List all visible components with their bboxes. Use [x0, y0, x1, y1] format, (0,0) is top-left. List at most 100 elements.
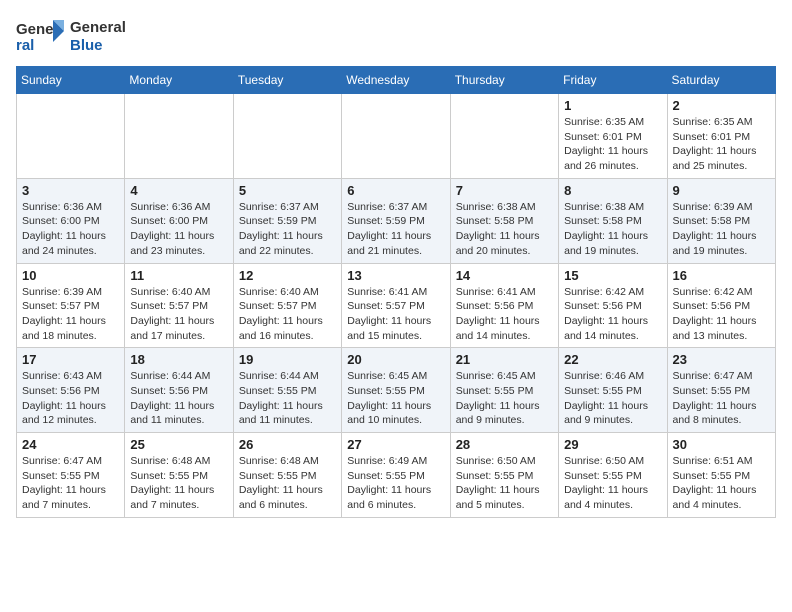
day-number: 8: [564, 183, 661, 198]
day-number: 23: [673, 352, 770, 367]
weekday-header-cell: Friday: [559, 67, 667, 94]
calendar-cell: 10 Sunrise: 6:39 AM Sunset: 5:57 PM Dayli…: [17, 263, 125, 348]
calendar-cell: 24 Sunrise: 6:47 AM Sunset: 5:55 PM Dayli…: [17, 433, 125, 518]
day-number: 27: [347, 437, 444, 452]
day-info: Sunrise: 6:45 AM Sunset: 5:55 PM Dayligh…: [347, 369, 444, 428]
day-info: Sunrise: 6:51 AM Sunset: 5:55 PM Dayligh…: [673, 454, 770, 513]
day-info: Sunrise: 6:50 AM Sunset: 5:55 PM Dayligh…: [456, 454, 553, 513]
day-info: Sunrise: 6:48 AM Sunset: 5:55 PM Dayligh…: [239, 454, 336, 513]
day-info: Sunrise: 6:50 AM Sunset: 5:55 PM Dayligh…: [564, 454, 661, 513]
day-info: Sunrise: 6:41 AM Sunset: 5:57 PM Dayligh…: [347, 285, 444, 344]
logo-general-text: Gene: [70, 19, 108, 36]
weekday-header-cell: Tuesday: [233, 67, 341, 94]
calendar-table: SundayMondayTuesdayWednesdayThursdayFrid…: [16, 66, 776, 518]
day-info: Sunrise: 6:35 AM Sunset: 6:01 PM Dayligh…: [673, 115, 770, 174]
calendar-cell: 11Sunrise: 6:40 AM Sunset: 5:57 PM Dayli…: [125, 263, 233, 348]
day-info: Sunrise: 6:44 AM Sunset: 5:56 PM Dayligh…: [130, 369, 227, 428]
calendar-cell: 9Sunrise: 6:39 AM Sunset: 5:58 PM Daylig…: [667, 178, 775, 263]
day-number: 24: [22, 437, 119, 452]
day-info: Sunrise: 6:37 AM Sunset: 5:59 PM Dayligh…: [347, 200, 444, 259]
day-number: 13: [347, 268, 444, 283]
calendar-cell: 4 Sunrise: 6:36 AM Sunset: 6:00 PM Daylig…: [125, 178, 233, 263]
day-number: 15: [564, 268, 661, 283]
calendar-cell: [125, 94, 233, 179]
logo-blue-text: Blue: [70, 37, 126, 54]
calendar-cell: 26Sunrise: 6:48 AM Sunset: 5:55 PM Dayli…: [233, 433, 341, 518]
day-info: Sunrise: 6:36 AM Sunset: 6:00 PM Dayligh…: [22, 200, 119, 259]
calendar-cell: 15 Sunrise: 6:42 AM Sunset: 5:56 PM Dayli…: [559, 263, 667, 348]
calendar-cell: 3 Sunrise: 6:36 AM Sunset: 6:00 PM Daylig…: [17, 178, 125, 263]
day-number: 3: [22, 183, 119, 198]
calendar-week-row: 17 Sunrise: 6:43 AM Sunset: 5:56 PM Dayli…: [17, 348, 776, 433]
day-number: 25: [130, 437, 227, 452]
day-info: Sunrise: 6:47 AM Sunset: 5:55 PM Dayligh…: [22, 454, 119, 513]
day-number: 6: [347, 183, 444, 198]
calendar-cell: 8 Sunrise: 6:38 AM Sunset: 5:58 PM Daylig…: [559, 178, 667, 263]
day-info: Sunrise: 6:39 AM Sunset: 5:57 PM Dayligh…: [22, 285, 119, 344]
calendar-cell: 25 Sunrise: 6:48 AM Sunset: 5:55 PM Dayli…: [125, 433, 233, 518]
calendar-cell: 22 Sunrise: 6:46 AM Sunset: 5:55 PM Dayli…: [559, 348, 667, 433]
calendar-cell: 6 Sunrise: 6:37 AM Sunset: 5:59 PM Daylig…: [342, 178, 450, 263]
calendar-week-row: 3 Sunrise: 6:36 AM Sunset: 6:00 PM Daylig…: [17, 178, 776, 263]
day-number: 18: [130, 352, 227, 367]
day-number: 17: [22, 352, 119, 367]
day-info: Sunrise: 6:44 AM Sunset: 5:55 PM Dayligh…: [239, 369, 336, 428]
calendar-cell: 27 Sunrise: 6:49 AM Sunset: 5:55 PM Dayli…: [342, 433, 450, 518]
weekday-header-cell: Saturday: [667, 67, 775, 94]
day-info: Sunrise: 6:36 AM Sunset: 6:00 PM Dayligh…: [130, 200, 227, 259]
calendar-cell: [342, 94, 450, 179]
day-info: Sunrise: 6:38 AM Sunset: 5:58 PM Dayligh…: [456, 200, 553, 259]
day-number: 20: [347, 352, 444, 367]
day-info: Sunrise: 6:49 AM Sunset: 5:55 PM Dayligh…: [347, 454, 444, 513]
day-info: Sunrise: 6:42 AM Sunset: 5:56 PM Dayligh…: [673, 285, 770, 344]
day-number: 21: [456, 352, 553, 367]
day-info: Sunrise: 6:40 AM Sunset: 5:57 PM Dayligh…: [239, 285, 336, 344]
day-number: 7: [456, 183, 553, 198]
day-info: Sunrise: 6:43 AM Sunset: 5:56 PM Dayligh…: [22, 369, 119, 428]
day-number: 22: [564, 352, 661, 367]
day-number: 1: [564, 98, 661, 113]
day-info: Sunrise: 6:41 AM Sunset: 5:56 PM Dayligh…: [456, 285, 553, 344]
logo-svg: Gene ral: [16, 16, 66, 58]
calendar-cell: 20 Sunrise: 6:45 AM Sunset: 5:55 PM Dayli…: [342, 348, 450, 433]
weekday-header-row: SundayMondayTuesdayWednesdayThursdayFrid…: [17, 67, 776, 94]
day-number: 16: [673, 268, 770, 283]
day-info: Sunrise: 6:40 AM Sunset: 5:57 PM Dayligh…: [130, 285, 227, 344]
calendar-cell: 21Sunrise: 6:45 AM Sunset: 5:55 PM Dayli…: [450, 348, 558, 433]
day-info: Sunrise: 6:48 AM Sunset: 5:55 PM Dayligh…: [130, 454, 227, 513]
day-info: Sunrise: 6:47 AM Sunset: 5:55 PM Dayligh…: [673, 369, 770, 428]
day-number: 28: [456, 437, 553, 452]
day-info: Sunrise: 6:35 AM Sunset: 6:01 PM Dayligh…: [564, 115, 661, 174]
day-info: Sunrise: 6:38 AM Sunset: 5:58 PM Dayligh…: [564, 200, 661, 259]
calendar-week-row: 1 Sunrise: 6:35 AM Sunset: 6:01 PM Daylig…: [17, 94, 776, 179]
logo: Gene ral General Blue: [16, 16, 126, 58]
svg-text:Gene: Gene: [16, 21, 54, 38]
weekday-header-cell: Monday: [125, 67, 233, 94]
day-number: 5: [239, 183, 336, 198]
day-number: 29: [564, 437, 661, 452]
page-header: Gene ral General Blue: [16, 16, 776, 58]
day-number: 14: [456, 268, 553, 283]
calendar-cell: 13 Sunrise: 6:41 AM Sunset: 5:57 PM Dayli…: [342, 263, 450, 348]
day-number: 12: [239, 268, 336, 283]
day-number: 19: [239, 352, 336, 367]
calendar-week-row: 24 Sunrise: 6:47 AM Sunset: 5:55 PM Dayli…: [17, 433, 776, 518]
weekday-header-cell: Thursday: [450, 67, 558, 94]
calendar-cell: 17 Sunrise: 6:43 AM Sunset: 5:56 PM Dayli…: [17, 348, 125, 433]
day-number: 2: [673, 98, 770, 113]
calendar-cell: [233, 94, 341, 179]
calendar-cell: 14 Sunrise: 6:41 AM Sunset: 5:56 PM Dayli…: [450, 263, 558, 348]
day-number: 4: [130, 183, 227, 198]
day-info: Sunrise: 6:42 AM Sunset: 5:56 PM Dayligh…: [564, 285, 661, 344]
calendar-cell: 28 Sunrise: 6:50 AM Sunset: 5:55 PM Dayli…: [450, 433, 558, 518]
calendar-cell: 19 Sunrise: 6:44 AM Sunset: 5:55 PM Dayli…: [233, 348, 341, 433]
weekday-header-cell: Wednesday: [342, 67, 450, 94]
day-info: Sunrise: 6:46 AM Sunset: 5:55 PM Dayligh…: [564, 369, 661, 428]
day-info: Sunrise: 6:37 AM Sunset: 5:59 PM Dayligh…: [239, 200, 336, 259]
calendar-cell: [450, 94, 558, 179]
calendar-cell: 29 Sunrise: 6:50 AM Sunset: 5:55 PM Dayli…: [559, 433, 667, 518]
calendar-cell: 2 Sunrise: 6:35 AM Sunset: 6:01 PM Daylig…: [667, 94, 775, 179]
day-number: 30: [673, 437, 770, 452]
day-number: 10: [22, 268, 119, 283]
day-info: Sunrise: 6:39 AM Sunset: 5:58 PM Dayligh…: [673, 200, 770, 259]
